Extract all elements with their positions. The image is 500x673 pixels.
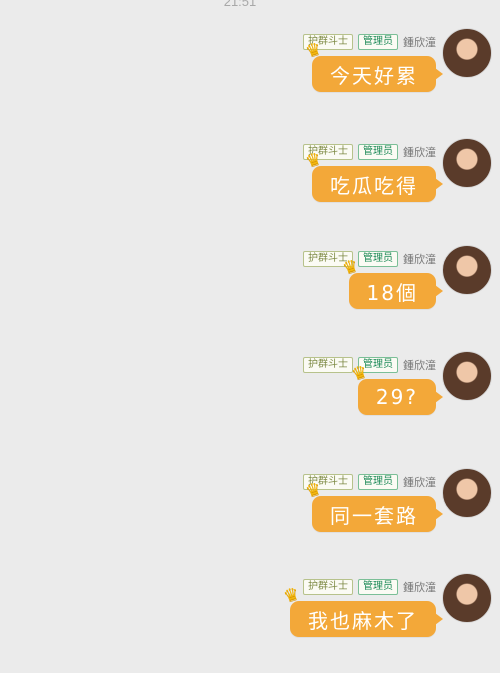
sender-name: 鍾欣潼	[403, 35, 436, 49]
message-text: 今天好累	[330, 63, 418, 88]
message-bubble[interactable]: ♛ 我也麻木了	[281, 583, 443, 637]
message-bubble[interactable]: ♛ 今天好累	[303, 38, 443, 92]
message-row: 护群斗士 管理员 鍾欣潼 ♛ 我也麻木了	[74, 573, 494, 673]
message-text: 吃瓜吃得	[330, 173, 418, 198]
message-bubble[interactable]: ♛ 18個	[340, 255, 444, 309]
crown-icon: ♛	[281, 582, 304, 608]
avatar[interactable]	[442, 468, 492, 518]
avatar[interactable]	[442, 138, 492, 188]
admin-badge: 管理员	[358, 144, 398, 160]
sender-info-row: 护群斗士 管理员 鍾欣潼	[303, 357, 436, 373]
message-text: 29?	[375, 385, 418, 409]
admin-badge: 管理员	[358, 251, 398, 267]
sender-info-row: 护群斗士 管理员 鍾欣潼	[303, 251, 436, 267]
message-row: 护群斗士 管理员 鍾欣潼 ♛ 29?	[74, 351, 494, 451]
guard-badge: 护群斗士	[303, 357, 353, 373]
message-bubble[interactable]: ♛ 吃瓜吃得	[303, 148, 443, 202]
message-row: 护群斗士 管理员 鍾欣潼 ♛ 同一套路	[74, 468, 494, 568]
message-text: 同一套路	[330, 503, 418, 528]
time-stamp: 21:51	[223, 0, 257, 9]
avatar[interactable]	[442, 245, 492, 295]
sender-name: 鍾欣潼	[403, 252, 436, 266]
avatar[interactable]	[442, 573, 492, 623]
message-row: 护群斗士 管理员 鍾欣潼 ♛ 18個	[74, 245, 494, 345]
admin-badge: 管理员	[358, 579, 398, 595]
avatar[interactable]	[442, 28, 492, 78]
guard-badge: 护群斗士	[303, 579, 353, 595]
message-bubble[interactable]: ♛ 同一套路	[303, 478, 443, 532]
message-row: 护群斗士 管理员 鍾欣潼 ♛ 今天好累	[74, 28, 494, 128]
sender-info-row: 护群斗士 管理员 鍾欣潼	[303, 579, 436, 595]
message-text: 我也麻木了	[308, 608, 418, 633]
sender-name: 鍾欣潼	[403, 145, 436, 159]
message-bubble[interactable]: ♛ 29?	[349, 361, 444, 415]
sender-name: 鍾欣潼	[403, 475, 436, 489]
admin-badge: 管理员	[358, 34, 398, 50]
sender-name: 鍾欣潼	[403, 580, 436, 594]
message-text: 18個	[366, 280, 418, 305]
sender-name: 鍾欣潼	[403, 358, 436, 372]
admin-badge: 管理员	[358, 474, 398, 490]
message-row: 护群斗士 管理员 鍾欣潼 ♛ 吃瓜吃得	[74, 138, 494, 238]
avatar[interactable]	[442, 351, 492, 401]
